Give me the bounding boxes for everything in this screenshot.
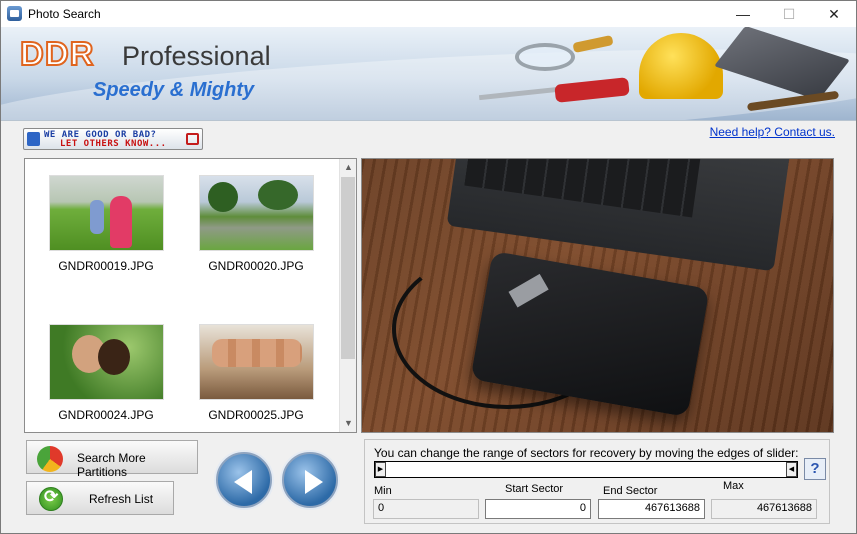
end-sector-label: End Sector <box>603 485 658 497</box>
header-banner: DDR Professional Speedy & Mighty <box>1 27 856 121</box>
sector-hint: You can change the range of sectors for … <box>374 446 799 460</box>
window-title: Photo Search <box>28 7 101 21</box>
pie-chart-icon <box>37 446 63 472</box>
sector-range-slider[interactable]: ▶ ◀ <box>374 461 798 478</box>
refresh-label: Refresh List <box>89 492 154 506</box>
thumbnail-image[interactable] <box>48 324 164 400</box>
brand-logo: DDR <box>19 34 95 73</box>
min-value-field: 0 <box>373 499 479 519</box>
minimize-button[interactable]: — <box>720 1 766 27</box>
scroll-down-icon[interactable]: ▼ <box>340 415 356 432</box>
photo-preview <box>361 158 834 433</box>
help-link[interactable]: Need help? Contact us. <box>710 125 835 139</box>
app-icon <box>7 6 22 21</box>
pen-icon <box>746 90 840 112</box>
screwdriver-shaft-icon <box>478 86 560 101</box>
search-more-label: Search More Partitions <box>77 451 146 479</box>
magnifier-handle-icon <box>572 34 614 54</box>
thumbnail-filename: GNDR00019.JPG <box>58 259 154 273</box>
start-sector-label: Start Sector <box>505 483 564 495</box>
thumbnail-filename: GNDR00024.JPG <box>58 408 154 422</box>
thumbnail-scrollbar[interactable]: ▲ ▼ <box>339 159 356 432</box>
sector-range-panel: You can change the range of sectors for … <box>364 439 830 524</box>
previous-button[interactable] <box>216 452 272 508</box>
arrow-left-icon <box>234 470 252 494</box>
max-label: Max <box>723 480 744 492</box>
arrow-right-icon <box>305 470 323 494</box>
megaphone-icon <box>186 133 199 145</box>
thumbnail-list: GNDR00019.JPG GNDR00020.JPG GNDR00024.JP… <box>24 158 357 433</box>
feedback-button[interactable]: WE ARE GOOD OR BAD? LET OTHERS KNOW... <box>23 128 203 150</box>
slider-left-handle[interactable]: ▶ <box>375 462 386 477</box>
help-icon[interactable]: ? <box>804 458 826 480</box>
scrollbar-thumb[interactable] <box>341 177 355 359</box>
search-more-partitions-button[interactable]: Search More Partitions <box>26 440 198 479</box>
scroll-up-icon[interactable]: ▲ <box>340 159 356 176</box>
maximize-button[interactable]: ☐ <box>766 1 812 27</box>
slider-right-handle[interactable]: ◀ <box>786 462 797 477</box>
thumbnail-item[interactable]: GNDR00024.JPG <box>36 324 176 422</box>
close-button[interactable]: ✕ <box>811 1 857 27</box>
title-bar: Photo Search — ☐ ✕ <box>1 1 856 27</box>
thumbnail-item[interactable]: GNDR00020.JPG <box>186 175 326 273</box>
thumbnail-item[interactable]: GNDR00025.JPG <box>186 324 326 422</box>
thumbnail-image[interactable] <box>198 324 314 400</box>
thumbs-up-icon <box>27 132 40 146</box>
thumbnail-filename: GNDR00025.JPG <box>208 408 304 422</box>
product-name: Professional <box>122 41 271 71</box>
refresh-list-button[interactable]: Refresh List <box>26 481 174 515</box>
screwdriver-icon <box>554 77 630 103</box>
start-sector-input[interactable]: 0 <box>485 499 591 519</box>
max-value-field: 467613688 <box>711 499 817 519</box>
thumbnail-filename: GNDR00020.JPG <box>208 259 304 273</box>
next-button[interactable] <box>282 452 338 508</box>
min-label: Min <box>374 485 392 497</box>
feedback-line2: LET OTHERS KNOW... <box>60 139 167 149</box>
refresh-icon <box>39 487 63 511</box>
thumbnail-image[interactable] <box>198 175 314 251</box>
book-icon <box>713 27 851 101</box>
end-sector-input[interactable]: 467613688 <box>598 499 705 519</box>
thumbnail-item[interactable]: GNDR00019.JPG <box>36 175 176 273</box>
magnifier-icon <box>515 43 575 71</box>
banner-tools-illustration <box>471 27 856 120</box>
hardhat-icon <box>639 33 723 99</box>
thumbnail-image[interactable] <box>48 175 164 251</box>
tagline: Speedy & Mighty <box>93 79 255 101</box>
app-window: Photo Search — ☐ ✕ DDR Professional Spee… <box>0 0 857 534</box>
